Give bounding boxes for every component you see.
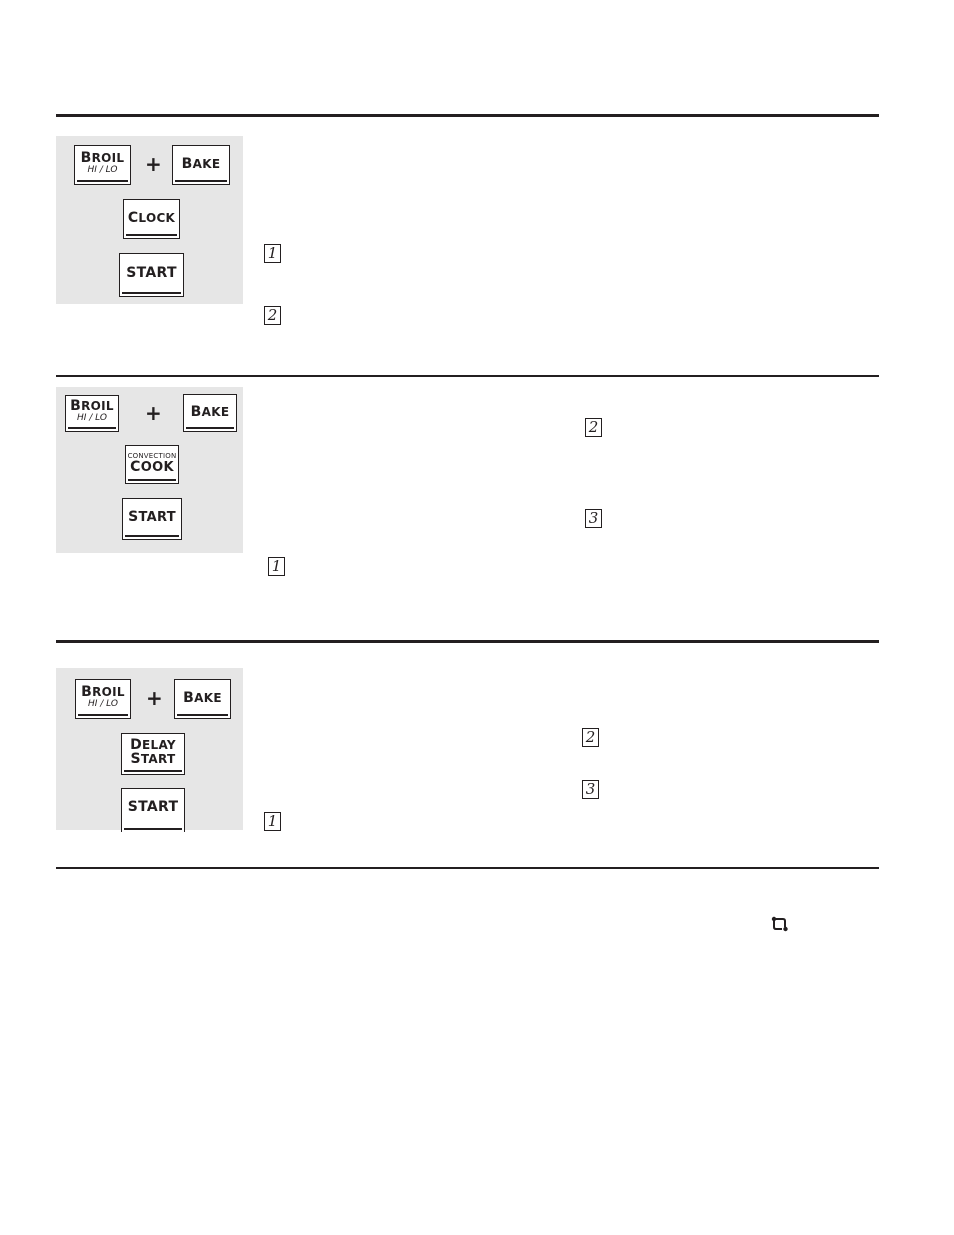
start-key[interactable]: START <box>122 498 182 540</box>
hi-lo-label: HI / LO <box>88 699 118 709</box>
section-divider-top <box>56 114 879 117</box>
start-label: START <box>127 799 179 815</box>
step-2-marker: 2 <box>582 728 599 747</box>
start-label: START <box>126 265 177 281</box>
control-panel-1: BROIL HI / LO + BAKE CLOCK START <box>56 136 243 304</box>
broil-label: BROIL <box>80 150 125 166</box>
step-1-marker: 1 <box>268 557 285 576</box>
bake-key[interactable]: BAKE <box>174 679 231 719</box>
broil-label: BROIL <box>70 398 114 414</box>
section-divider-3 <box>56 640 879 643</box>
step-3-marker: 3 <box>582 780 599 799</box>
broil-hi-lo-key[interactable]: BROIL HI / LO <box>65 395 119 432</box>
bake-key[interactable]: BAKE <box>172 145 230 185</box>
convection-cook-key[interactable]: CONVECTION COOK <box>125 445 179 484</box>
step-2-marker: 2 <box>585 418 602 437</box>
bake-key[interactable]: BAKE <box>183 394 237 432</box>
clock-key[interactable]: CLOCK <box>123 199 180 239</box>
loop-icon <box>771 916 788 932</box>
step-1-marker: 1 <box>264 244 281 263</box>
bake-label: BAKE <box>181 156 221 172</box>
broil-label: BROIL <box>81 684 125 700</box>
delay-start-label: START <box>130 751 176 767</box>
clock-label: CLOCK <box>127 210 176 226</box>
start-key[interactable]: START <box>121 788 185 832</box>
section-divider-2 <box>56 375 879 377</box>
control-panel-2: BROIL HI / LO + BAKE CONVECTION COOK STA… <box>56 387 243 553</box>
section-divider-bottom <box>56 867 879 869</box>
broil-hi-lo-key[interactable]: BROIL HI / LO <box>74 145 131 185</box>
delay-label: DELAY <box>130 737 176 753</box>
cook-label: COOK <box>130 459 174 475</box>
step-1-marker: 1 <box>264 812 281 831</box>
plus-sign: + <box>145 401 162 425</box>
broil-hi-lo-key[interactable]: BROIL HI / LO <box>75 679 131 719</box>
hi-lo-label: HI / LO <box>87 165 118 175</box>
start-key[interactable]: START <box>119 253 184 297</box>
step-2-marker: 2 <box>264 306 281 325</box>
bake-label: BAKE <box>183 690 222 706</box>
plus-sign: + <box>145 152 162 176</box>
control-panel-3: BROIL HI / LO + BAKE DELAY START START <box>56 668 243 832</box>
bake-label: BAKE <box>190 404 230 420</box>
delay-start-key[interactable]: DELAY START <box>121 733 185 775</box>
plus-sign: + <box>146 686 163 710</box>
start-label: START <box>128 509 176 525</box>
step-3-marker: 3 <box>585 509 602 528</box>
hi-lo-label: HI / LO <box>77 413 107 423</box>
